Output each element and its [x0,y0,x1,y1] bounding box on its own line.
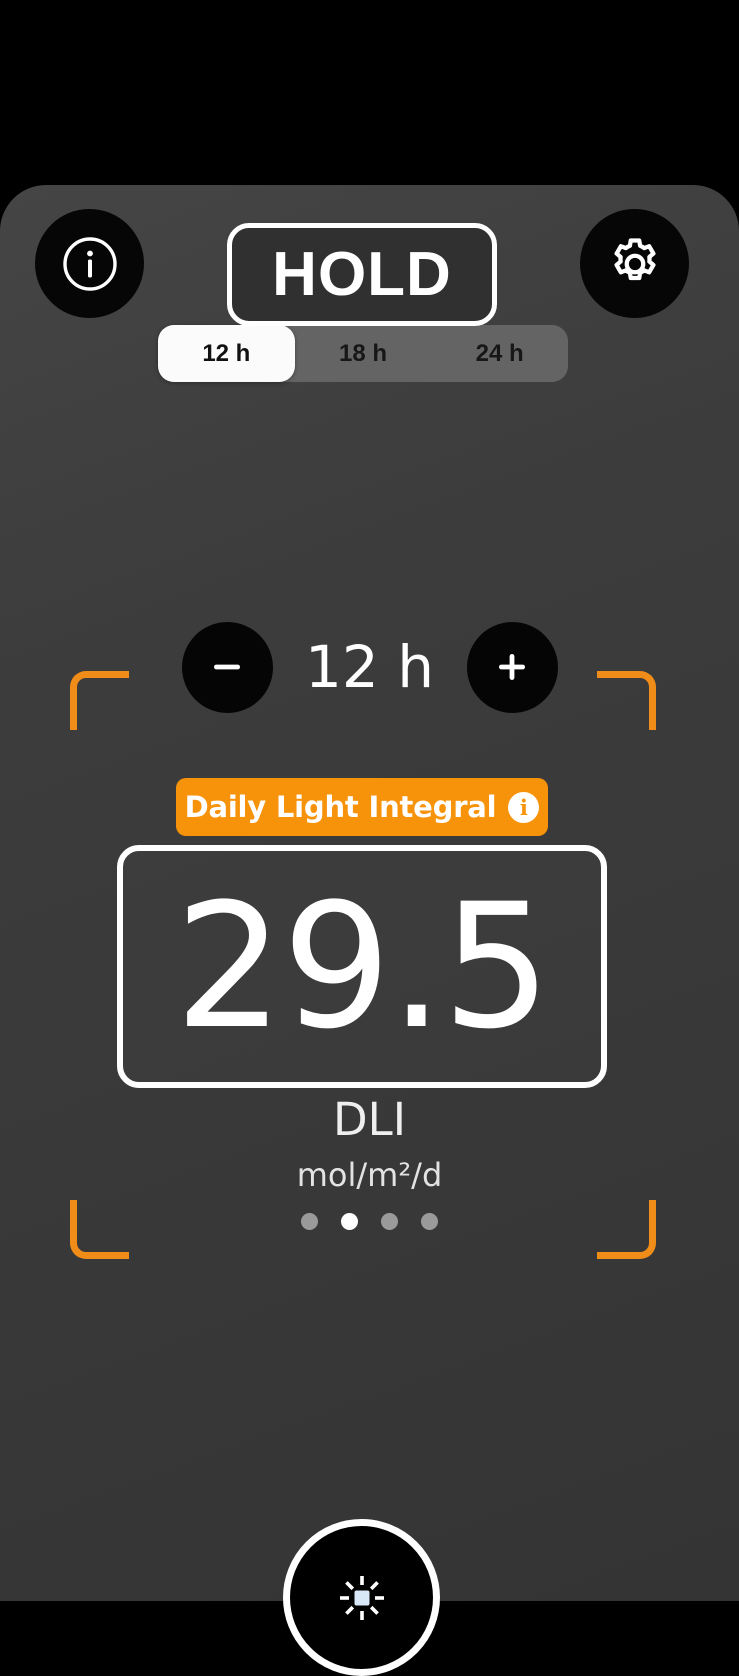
duration-value: 12 h [305,633,434,701]
decrement-button[interactable] [181,621,273,713]
page-dot[interactable] [381,1213,398,1230]
segment-24h[interactable]: 24 h [431,325,568,382]
plus-icon [499,654,525,680]
brightness-sun-icon [339,1575,384,1620]
segment-12h[interactable]: 12 h [158,325,295,382]
segment-18h[interactable]: 18 h [295,325,432,382]
daily-light-integral-badge[interactable]: Daily Light Integral i [176,778,548,836]
duration-stepper: 12 h [0,621,739,713]
light-measure-button[interactable] [283,1519,440,1676]
hold-label: HOLD [272,239,452,309]
dli-badge-label: Daily Light Integral [184,790,497,824]
hold-mode-button[interactable]: HOLD [227,223,497,326]
page-dot[interactable] [421,1213,438,1230]
top-bar: HOLD 12 h 18 h 24 h [0,185,739,385]
reading-value-box: 29.5 [117,845,607,1088]
duration-segmented-control[interactable]: 12 h 18 h 24 h [158,325,568,382]
minus-icon [214,664,240,670]
info-button[interactable] [35,209,144,318]
increment-button[interactable] [466,621,558,713]
reading-value: 29.5 [174,865,552,1067]
page-dots[interactable] [0,1213,739,1230]
gear-icon [613,237,656,280]
page-dot[interactable] [341,1213,358,1230]
app-card: HOLD 12 h 18 h 24 h 12 h Daily Light Int… [0,185,739,1676]
info-circle-icon[interactable]: i [508,791,540,823]
info-circle-icon [62,236,117,291]
page-dot[interactable] [301,1213,318,1230]
settings-button[interactable] [580,209,689,318]
reading-units: mol/m²/d [296,1156,443,1194]
reading-name: DLI [333,1093,406,1146]
